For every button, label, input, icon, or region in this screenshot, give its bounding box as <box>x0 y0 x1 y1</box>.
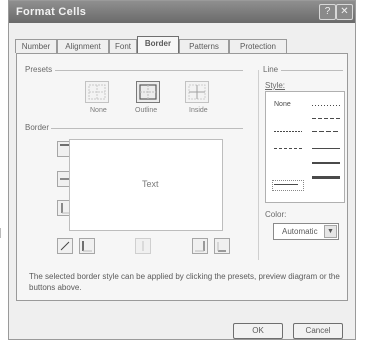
line-style-medium[interactable] <box>312 162 340 164</box>
close-icon[interactable]: ✕ <box>336 4 353 20</box>
tab-font[interactable]: Font <box>109 39 137 53</box>
border-right-icon <box>195 241 205 252</box>
chevron-down-icon[interactable]: ▼ <box>324 225 337 238</box>
border-left-button[interactable] <box>79 238 95 254</box>
border-divider <box>51 128 243 129</box>
line-style-dotted[interactable] <box>312 105 340 106</box>
tab-alignment[interactable]: Alignment <box>57 39 109 53</box>
line-style-dash-dot-dot[interactable] <box>274 148 302 149</box>
border-right-button[interactable] <box>192 238 208 254</box>
line-style-dash-dot[interactable] <box>312 118 340 119</box>
line-divider <box>281 70 343 71</box>
style-label: Style: <box>265 81 286 90</box>
preset-inside-label: Inside <box>189 107 208 114</box>
line-group-label: Line <box>263 65 279 74</box>
border-left-icon <box>82 241 92 252</box>
format-cells-dialog: Format Cells ? ✕ Number Alignment Font B… <box>8 0 356 340</box>
line-group-edge <box>258 70 259 260</box>
tab-patterns[interactable]: Patterns <box>179 39 229 53</box>
line-style-list[interactable]: None <box>265 91 345 203</box>
line-color-select[interactable]: Automatic ▼ <box>273 223 339 240</box>
line-color-value: Automatic <box>282 227 318 236</box>
preset-outline-icon <box>139 84 157 100</box>
color-label: Color: <box>265 210 287 219</box>
line-style-selection <box>272 180 304 191</box>
left-edge-grip <box>0 228 5 238</box>
preset-none-label: None <box>90 107 107 114</box>
preset-none-button[interactable] <box>85 81 109 103</box>
preset-outline-label: Outline <box>135 107 158 114</box>
border-preview[interactable]: Text <box>69 139 223 231</box>
preset-none-icon <box>88 84 106 100</box>
presets-divider <box>55 70 243 71</box>
border-diagonal-down-button[interactable] <box>214 238 230 254</box>
line-style-dashed[interactable] <box>312 131 340 132</box>
dialog-title: Format Cells <box>16 6 87 18</box>
border-center-button[interactable] <box>135 238 151 254</box>
preset-outline-button[interactable] <box>136 81 160 103</box>
border-diagonal-up-button[interactable] <box>57 238 73 254</box>
border-group-label: Border <box>25 123 50 132</box>
preview-text: Text <box>142 179 159 189</box>
presets-group-label: Presets <box>25 65 53 74</box>
line-style-hair[interactable] <box>274 131 302 132</box>
tab-protection[interactable]: Protection <box>229 39 287 53</box>
style-none-label: None <box>274 101 291 108</box>
help-icon[interactable]: ? <box>319 4 336 20</box>
line-style-thick[interactable] <box>312 176 340 179</box>
tab-number[interactable]: Number <box>15 39 57 53</box>
line-style-thin[interactable] <box>312 148 340 149</box>
preset-inside-button[interactable] <box>185 81 209 103</box>
preset-inside-icon <box>188 84 206 100</box>
ok-button[interactable]: OK <box>233 323 283 339</box>
title-bar: Format Cells ? ✕ <box>9 1 355 23</box>
help-text: The selected border style can be applied… <box>29 272 340 292</box>
diagonal-up-icon <box>60 241 70 251</box>
cancel-button[interactable]: Cancel <box>293 323 343 339</box>
diagonal-down-icon <box>217 242 226 252</box>
tab-border[interactable]: Border <box>137 36 179 54</box>
border-inside-vertical-icon <box>142 241 144 251</box>
